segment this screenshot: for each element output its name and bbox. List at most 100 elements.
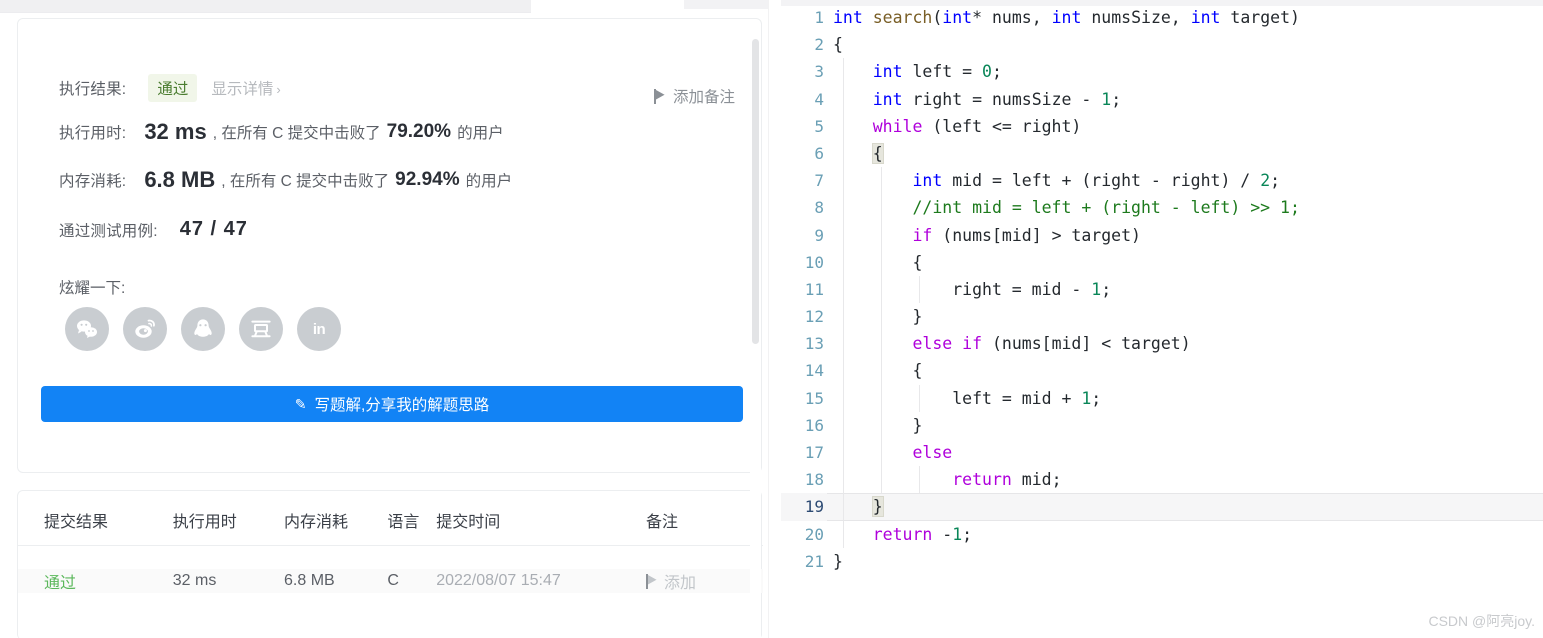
line-number: 12	[804, 307, 824, 327]
testcases-value: 47 / 47	[179, 218, 248, 240]
code-token: int	[833, 8, 873, 27]
code-token: else	[912, 443, 953, 462]
code-line[interactable]: 8 //int mid = left + (right - left) >> 1…	[781, 194, 1543, 222]
cell-note[interactable]: 添加	[645, 569, 763, 593]
cell-result[interactable]: 通过	[18, 569, 173, 593]
code-text[interactable]: {	[833, 139, 1543, 168]
code-line[interactable]: 20 return -1;	[781, 520, 1543, 548]
indent-guide	[843, 248, 844, 276]
line-number: 15	[804, 388, 824, 408]
code-token: ;	[1091, 388, 1102, 408]
execution-result-label: 执行结果:	[59, 81, 127, 98]
code-text[interactable]: {	[833, 248, 1543, 276]
code-token: int	[1051, 8, 1082, 27]
indent-guide	[881, 167, 883, 195]
code-line[interactable]: 18 return mid;	[781, 466, 1543, 494]
code-line[interactable]: 7 int mid = left + (right - right) / 2;	[781, 167, 1543, 195]
code-text[interactable]: {	[833, 357, 1543, 385]
douban-icon[interactable]	[239, 307, 283, 351]
code-text[interactable]: right = mid - 1;	[833, 275, 1543, 304]
table-row[interactable]: 通过 32 ms 6.8 MB C 2022/08/07 15:47 添加	[18, 569, 763, 593]
top-toolbar-strip	[0, 0, 531, 13]
code-text[interactable]: }	[833, 411, 1543, 439]
code-line[interactable]: 1 int search(int* nums, int numsSize, int…	[781, 4, 1543, 31]
line-number: 20	[804, 524, 824, 544]
code-line[interactable]: 15 left = mid + 1;	[781, 384, 1543, 412]
code-line[interactable]: 6 {	[781, 139, 1543, 168]
code-token: return	[952, 470, 1012, 490]
code-text[interactable]: {	[833, 31, 1543, 58]
linkedin-icon[interactable]: in	[297, 307, 341, 351]
code-line[interactable]: 16 }	[781, 411, 1543, 439]
code-line[interactable]: 13 else if (nums[mid] < target)	[781, 330, 1543, 358]
code-text[interactable]: return -1;	[833, 520, 1543, 548]
code-text[interactable]: if (nums[mid] > target)	[833, 221, 1543, 249]
pane-splitter[interactable]	[768, 0, 1543, 638]
code-line[interactable]: 17 else	[781, 439, 1543, 467]
code-line[interactable]: 12 }	[781, 303, 1543, 331]
line-number: 14	[804, 361, 824, 381]
code-line[interactable]: 14 {	[781, 357, 1543, 385]
show-detail-link[interactable]: 显示详情 ›	[211, 77, 280, 99]
code-token: mid = left + (right - right) /	[942, 171, 1261, 191]
code-text[interactable]: }	[833, 303, 1543, 331]
code-text[interactable]: int mid = left + (right - right) / 2;	[833, 167, 1543, 195]
code-token: right = numsSize -	[902, 89, 1102, 109]
indent-guide	[881, 248, 883, 276]
write-solution-button[interactable]: ✎ 写题解,分享我的解题思路	[41, 386, 743, 422]
add-note-button[interactable]: 添加备注	[653, 85, 735, 107]
code-text[interactable]: left = mid + 1;	[833, 384, 1543, 412]
code-text[interactable]: else	[833, 439, 1543, 467]
code-text[interactable]: int search(int* nums, int numsSize, int …	[833, 4, 1543, 31]
code-token: 2	[1260, 171, 1271, 191]
code-token: }	[833, 551, 843, 571]
code-line[interactable]: 3 int left = 0;	[781, 58, 1543, 86]
code-editor[interactable]: 1 int search(int* nums, int numsSize, int…	[781, 0, 1543, 638]
code-text[interactable]: int right = numsSize - 1;	[833, 85, 1543, 113]
indent-guide	[843, 493, 844, 521]
code-line[interactable]: 9 if (nums[mid] > target)	[781, 221, 1543, 249]
wechat-icon[interactable]	[65, 307, 109, 351]
line-number: 17	[804, 443, 824, 462]
code-text[interactable]: //int mid = left + (right - left) >> 1;	[833, 194, 1543, 222]
code-text[interactable]: while (left <= right)	[833, 112, 1543, 140]
code-text[interactable]: int left = 0;	[833, 58, 1543, 86]
code-text[interactable]: }	[833, 493, 1543, 521]
code-token: }	[871, 496, 884, 518]
indent-guide	[843, 411, 844, 439]
code-text[interactable]: else if (nums[mid] < target)	[833, 330, 1543, 358]
weibo-icon[interactable]	[123, 307, 167, 351]
code-token: {	[833, 252, 923, 272]
code-token: ;	[991, 62, 1002, 82]
code-line[interactable]: 2{	[781, 31, 1543, 58]
left-pane-scrollbar-thumb[interactable]	[752, 39, 759, 344]
indent-guide	[843, 439, 844, 467]
column-header-time: 提交时间	[436, 514, 501, 531]
memory-row: 内存消耗: 6.8 MB , 在所有 C 提交中击败了 92.94% 的用户	[59, 167, 512, 193]
code-line[interactable]: 10 {	[781, 248, 1543, 276]
code-line[interactable]: 19 }	[781, 493, 1543, 521]
code-line[interactable]: 4 int right = numsSize - 1;	[781, 85, 1543, 113]
code-token: (nums[mid] > target)	[932, 225, 1141, 245]
code-text[interactable]: }	[833, 548, 1543, 575]
code-line[interactable]: 5 while (left <= right)	[781, 112, 1543, 140]
testcases-label: 通过测试用例:	[59, 222, 158, 240]
code-token: }	[833, 415, 923, 435]
code-token: ;	[1270, 171, 1281, 191]
memory-value: 6.8 MB	[144, 167, 216, 192]
code-token: search	[872, 8, 933, 27]
indent-guide	[843, 330, 844, 358]
indent-guide	[843, 466, 844, 494]
code-line[interactable]: 11 right = mid - 1;	[781, 275, 1543, 304]
code-text[interactable]: return mid;	[833, 466, 1543, 494]
code-lines-container[interactable]: 1 int search(int* nums, int numsSize, int…	[781, 4, 1543, 575]
code-line[interactable]: 21}	[781, 548, 1543, 575]
indent-guide	[919, 466, 921, 494]
flag-icon	[645, 573, 658, 589]
qq-icon[interactable]	[181, 307, 225, 351]
